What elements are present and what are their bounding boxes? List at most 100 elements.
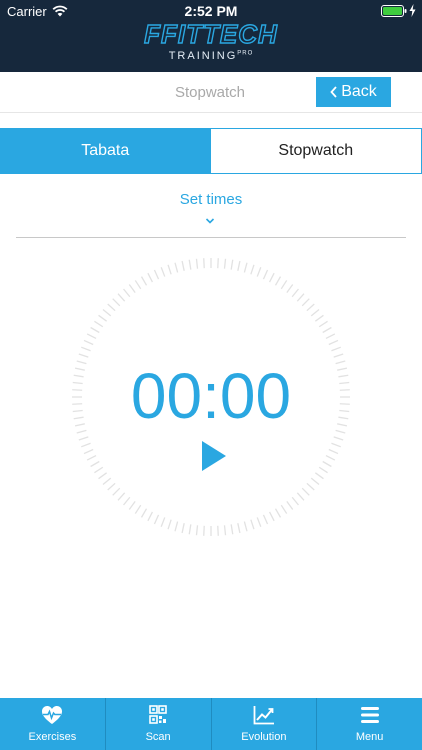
charging-icon (409, 4, 416, 17)
dial-tick (310, 309, 320, 317)
dial-tick (134, 504, 142, 514)
dial-tick (256, 266, 262, 277)
dial-tick (128, 500, 136, 510)
dial-tick (262, 269, 269, 280)
qr-code-icon (149, 705, 167, 724)
dial-tick (134, 280, 142, 290)
dial-tick (195, 525, 199, 536)
dial-tick (83, 339, 94, 346)
dial-tick (250, 519, 255, 530)
dial-tick (296, 492, 305, 501)
dial-tick (78, 436, 89, 441)
dial-tick (280, 280, 288, 290)
dial-tick (195, 258, 199, 269)
dial-tick (140, 276, 148, 286)
tabbar-item-menu[interactable]: Menu (316, 698, 422, 750)
dial-tick (160, 266, 166, 277)
dial-tick (181, 523, 185, 534)
dial-tick (274, 508, 282, 518)
dial-tick (90, 460, 100, 468)
tab-stopwatch[interactable]: Stopwatch (210, 129, 421, 173)
dial-tick (86, 454, 97, 461)
play-button[interactable] (201, 440, 227, 472)
dial-tick (153, 514, 160, 525)
chevron-down-icon[interactable] (203, 217, 217, 225)
dial-tick (243, 521, 248, 532)
dial-tick (83, 448, 94, 455)
dial-tick (280, 504, 288, 514)
dial-tick (188, 259, 192, 270)
dial-tick (333, 353, 344, 358)
dial-tick (268, 272, 275, 283)
tab-tabata[interactable]: Tabata (0, 129, 211, 173)
dial-tick (107, 303, 116, 312)
dial-tick (268, 511, 275, 522)
heart-pulse-icon (42, 706, 63, 724)
dial-tick (286, 284, 294, 294)
dial-tick (237, 260, 241, 271)
status-time: 2:52 PM (184, 3, 238, 19)
dial-tick (147, 511, 154, 522)
dial-tick (314, 314, 324, 322)
dial-tick (80, 442, 91, 448)
tabbar-item-exercises[interactable]: Exercises (0, 698, 105, 750)
dial-tick (181, 260, 185, 271)
dial-tick (318, 320, 328, 328)
dial-tick (331, 442, 342, 448)
dial-tick (167, 264, 172, 275)
dial-tick (174, 521, 179, 532)
dial-tick (217, 525, 219, 536)
dial-tick (203, 258, 205, 269)
set-times-button[interactable]: Set times (0, 191, 422, 208)
battery-icon (381, 5, 407, 17)
dial-tick (310, 477, 320, 485)
dial-tick (306, 303, 315, 312)
dial-tick (128, 284, 136, 294)
dial-tick (112, 487, 121, 496)
dial-tick (306, 482, 315, 491)
tabbar-item-scan[interactable]: Scan (104, 698, 211, 750)
brand-subtitle-text: TRAINING (168, 50, 238, 62)
dial-tick (123, 288, 131, 298)
dial-tick (217, 258, 219, 269)
menu-icon (360, 707, 379, 723)
dial-tick (102, 309, 112, 317)
dial-tick (325, 454, 336, 461)
divider (16, 237, 406, 238)
dial-tick (331, 346, 342, 352)
dial-tick (333, 436, 344, 441)
dial-tick (243, 262, 248, 273)
dial-tick (291, 496, 299, 506)
dial-tick (256, 517, 262, 528)
dial-tick (90, 326, 100, 334)
back-button[interactable]: Back (316, 77, 391, 107)
dial-tick (291, 288, 299, 298)
dial-tick (250, 264, 255, 275)
dial-tick (223, 525, 227, 536)
dial-tick (174, 262, 179, 273)
brand-logo: FFITTECH (143, 20, 277, 48)
dial-tick (123, 496, 131, 506)
dial-tick (322, 326, 332, 334)
timer-display: 00:00 (130, 360, 292, 432)
dial-tick (301, 298, 310, 307)
dial-tick (78, 353, 89, 358)
dial-tick (140, 508, 148, 518)
dial-tick (98, 314, 108, 322)
dial-tick (102, 477, 112, 485)
dial-tick (328, 448, 339, 455)
dial-tick (94, 466, 104, 474)
dial-tick (147, 272, 154, 283)
dial-tick (117, 293, 126, 302)
dial-tick (107, 482, 116, 491)
dial-tick (160, 517, 166, 528)
tabbar-item-evolution[interactable]: Evolution (210, 698, 317, 750)
dial-tick (230, 259, 234, 270)
dial-tick (296, 293, 305, 302)
dial-tick (112, 298, 121, 307)
dial-tick (318, 466, 328, 474)
dial-tick (153, 269, 160, 280)
dial-tick (314, 472, 324, 480)
brand-subtitle-sup: PRO (237, 50, 254, 57)
chevron-left-icon (330, 86, 337, 98)
